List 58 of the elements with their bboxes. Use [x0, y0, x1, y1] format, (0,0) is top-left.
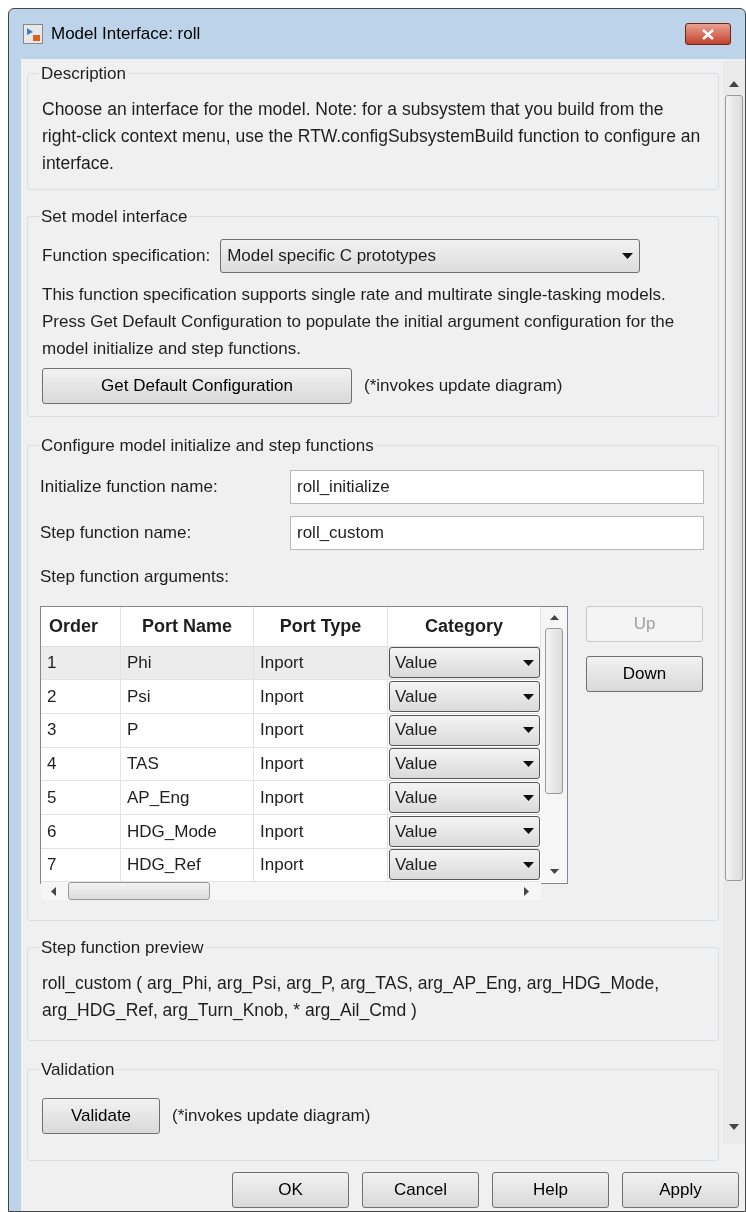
category-dropdown[interactable]: Value [389, 849, 540, 881]
note-text: (*invokes update diagram) [172, 1104, 371, 1127]
field-label: Function specification: [42, 245, 211, 268]
table-cell: Inport [254, 747, 388, 781]
table-cell: 4 [41, 747, 121, 781]
dialog-button[interactable]: Help [492, 1171, 609, 1208]
column-header[interactable]: Order [41, 606, 121, 646]
table-cell: P [121, 713, 254, 747]
category-dropdown[interactable]: Value [389, 782, 540, 814]
table-cell: Phi [121, 646, 254, 680]
table-cell: Inport [254, 680, 388, 713]
table-row[interactable]: 3 P Inport Value [41, 713, 541, 748]
category-dropdown[interactable]: Value [389, 681, 540, 713]
function-preview-text: roll_custom ( arg_Phi, arg_Psi, arg_P, arg_TAS, arg_AP_Eng, arg_HDG_Mode, arg_HDG_Ref, arg_Turn_Knob, * arg_Ail_Cmd ) [42, 971, 661, 1023]
dialog-button[interactable]: OK [232, 1171, 349, 1208]
table-cell: Inport [254, 814, 388, 848]
table-cell: TAS [121, 747, 254, 781]
description-text: Choose an interface for the model. Note: for a subsystem that you build from the right-click context menu, use the RTW.configSubsystemBuild function to configure an interface. [42, 98, 702, 175]
table-row[interactable]: 7 HDG_Ref Inport Value [41, 848, 541, 883]
table-cell: 2 [41, 680, 121, 713]
table-cell: Inport [254, 848, 388, 882]
table-cell: 3 [41, 713, 121, 747]
get-default-configuration-button[interactable]: Get Default Configuration [42, 368, 352, 404]
category-dropdown[interactable]: Value [389, 647, 540, 679]
category-dropdown[interactable]: Value [389, 815, 540, 847]
text-field[interactable]: roll_custom [290, 516, 704, 550]
table-cell: Psi [121, 680, 254, 713]
move-button[interactable]: Down [586, 655, 703, 692]
table-row[interactable]: 5 AP_Eng Inport Value [41, 781, 541, 815]
validate-button[interactable]: Validate [42, 1097, 160, 1134]
table-cell: Inport [254, 781, 388, 814]
table-row[interactable]: 2 Psi Inport Value [41, 680, 541, 714]
field-label: Step function arguments: [40, 566, 230, 588]
table-cell: HDG_Ref [121, 848, 254, 882]
field-label: Initialize function name: [40, 476, 219, 499]
table-cell: 5 [41, 781, 121, 814]
category-dropdown[interactable]: Value [389, 748, 540, 780]
function-specification-dropdown[interactable]: Model specific C prototypes [220, 239, 641, 273]
dialog-button[interactable]: Apply [622, 1171, 739, 1208]
table-cell: HDG_Mode [121, 814, 254, 848]
dialog-button[interactable]: Cancel [362, 1171, 479, 1208]
category-dropdown[interactable]: Value [389, 714, 540, 746]
table-cell: 1 [41, 646, 121, 680]
table-row[interactable]: 1 Phi Inport Value [41, 646, 541, 681]
field-label: Step function name: [40, 522, 193, 545]
column-header[interactable]: Port Type [254, 606, 388, 646]
note-text: (*invokes update diagram) [364, 375, 563, 398]
column-header[interactable]: Port Name [121, 606, 254, 646]
table-row[interactable]: 4 TAS Inport Value [41, 747, 541, 782]
table-cell: 6 [41, 814, 121, 848]
window-title: Model Interface: roll [51, 23, 201, 46]
table-cell: Inport [254, 713, 388, 747]
table-row[interactable]: 6 HDG_Mode Inport Value [41, 814, 541, 849]
specification-text: This function specification supports single rate and multirate single-tasking models. Press Get Default Configuration to populate the initial argument configuration for the model initialize and step functions. [42, 284, 676, 360]
text-field[interactable]: roll_initialize [290, 470, 704, 504]
table-cell: Inport [254, 646, 388, 680]
table-cell: 7 [41, 848, 121, 882]
table-cell: AP_Eng [121, 781, 254, 814]
